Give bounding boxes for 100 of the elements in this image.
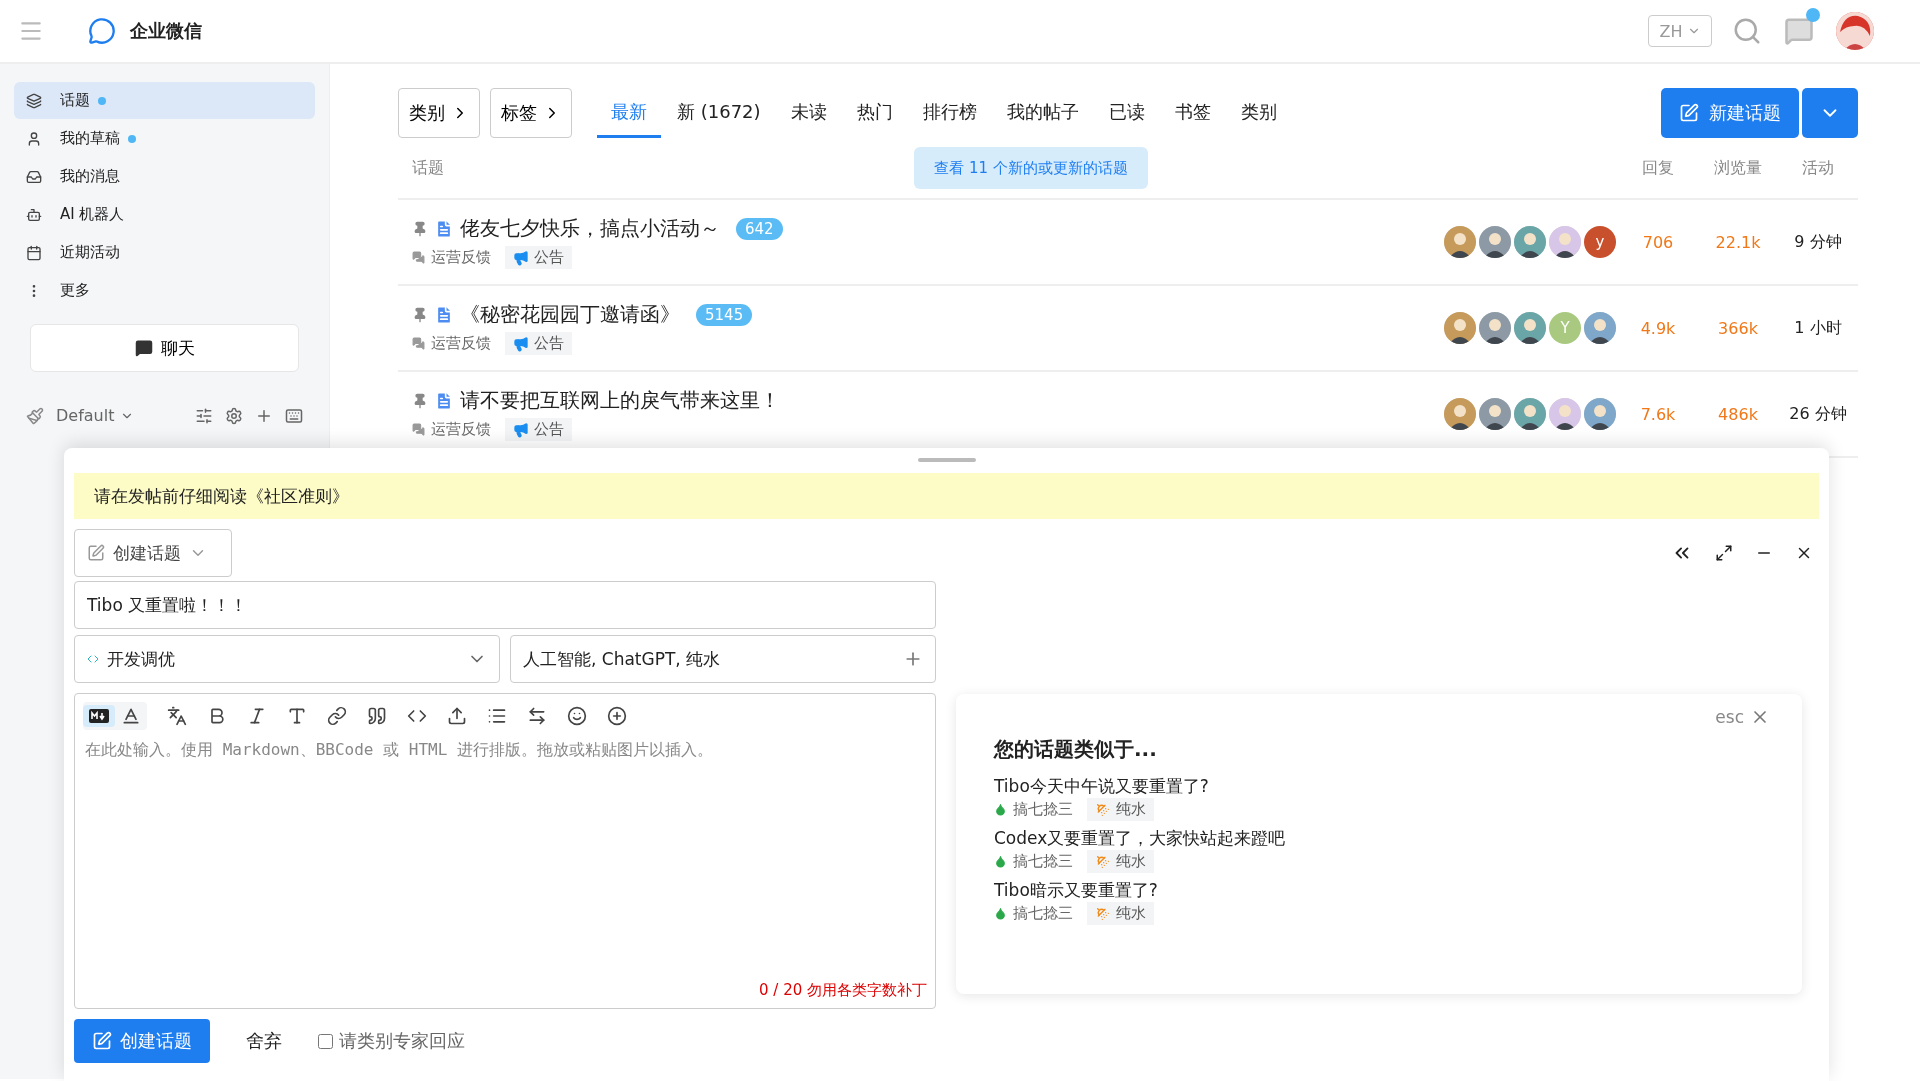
avatar[interactable] bbox=[1549, 226, 1581, 258]
category-link[interactable]: 运营反馈 bbox=[431, 420, 491, 439]
settings-icon[interactable] bbox=[225, 406, 243, 425]
tab[interactable]: 最新 bbox=[597, 88, 661, 138]
megaphone-icon bbox=[513, 249, 529, 266]
create-topic-button[interactable]: 创建话题 bbox=[74, 1019, 210, 1063]
tag-link[interactable]: 公告 bbox=[505, 246, 572, 269]
discard-button[interactable]: 舍弃 bbox=[232, 1029, 296, 1053]
drop-icon bbox=[994, 803, 1007, 816]
tag-link[interactable]: 纯水 bbox=[1087, 902, 1154, 925]
avatar[interactable] bbox=[1514, 226, 1546, 258]
avatar[interactable] bbox=[1444, 398, 1476, 430]
tab[interactable]: 书签 bbox=[1160, 88, 1225, 138]
action-select[interactable]: 创建话题 bbox=[74, 529, 232, 577]
sliders-icon[interactable] bbox=[195, 406, 213, 425]
tab[interactable]: 已读 bbox=[1094, 88, 1159, 138]
avatar[interactable] bbox=[1514, 398, 1546, 430]
theme-select[interactable]: Default bbox=[56, 406, 135, 425]
category-select[interactable]: 开发调优 bbox=[74, 635, 500, 683]
italic-icon[interactable] bbox=[247, 706, 267, 726]
translate-icon[interactable] bbox=[167, 706, 187, 726]
new-topic-button[interactable]: 新建话题 bbox=[1661, 88, 1799, 138]
column-header: 话题 bbox=[412, 157, 444, 179]
sidebar-item[interactable]: 我的消息 bbox=[14, 158, 315, 195]
upload-icon[interactable] bbox=[447, 706, 467, 726]
avatar[interactable] bbox=[1549, 398, 1581, 430]
avatar[interactable] bbox=[1444, 226, 1476, 258]
keyboard-icon[interactable] bbox=[285, 406, 303, 425]
markdown-mode-button[interactable] bbox=[83, 705, 115, 727]
pin-icon bbox=[412, 306, 428, 323]
faucet-icon bbox=[1095, 905, 1111, 922]
tab[interactable]: 未读 bbox=[776, 88, 841, 138]
site-logo[interactable]: 企业微信 bbox=[130, 19, 202, 43]
tab[interactable]: 我的帖子 bbox=[992, 88, 1093, 138]
avatar[interactable] bbox=[1514, 312, 1546, 344]
title-input[interactable]: Tibo 又重置啦！！！ bbox=[74, 581, 936, 629]
column-header: 活动 bbox=[1801, 157, 1835, 179]
sidebar-item[interactable]: 近期活动 bbox=[14, 234, 315, 271]
similar-topic-link[interactable]: Codex又要重置了，大家快站起来蹬吧 bbox=[994, 827, 1776, 850]
tab[interactable]: 类别 bbox=[1226, 88, 1291, 138]
similar-heading: 您的话题类似于... bbox=[994, 736, 1158, 763]
view-count: 486k bbox=[1717, 404, 1759, 424]
topic-title[interactable]: 请不要把互联网上的戾气带来这里！ bbox=[460, 387, 780, 414]
category-link[interactable]: 运营反馈 bbox=[431, 334, 491, 353]
plus-icon[interactable] bbox=[607, 706, 627, 726]
user-avatar[interactable] bbox=[1836, 12, 1874, 50]
tab[interactable]: 新 (1672) bbox=[663, 88, 775, 138]
activity-time: 9 分钟 bbox=[1793, 231, 1843, 253]
sidebar-item[interactable]: 更多 bbox=[14, 272, 315, 309]
resize-handle[interactable] bbox=[917, 458, 976, 462]
quote-icon[interactable] bbox=[367, 706, 387, 726]
category-link[interactable]: 搞七捻三 bbox=[1013, 800, 1073, 819]
avatar[interactable] bbox=[1584, 312, 1616, 344]
robot-icon bbox=[26, 206, 42, 223]
similar-topic-link[interactable]: Tibo暗示又要重置了? bbox=[994, 879, 1776, 902]
tab[interactable]: 热门 bbox=[842, 88, 907, 138]
tab[interactable]: 排行榜 bbox=[908, 88, 991, 138]
avatar[interactable] bbox=[1479, 398, 1511, 430]
topic-title[interactable]: 《秘密花园园丁邀请函》 bbox=[460, 301, 680, 328]
drop-icon bbox=[994, 855, 1007, 868]
category-link[interactable]: 搞七捻三 bbox=[1013, 852, 1073, 871]
view-count: 366k bbox=[1717, 318, 1759, 338]
swap-icon[interactable] bbox=[527, 706, 547, 726]
editor[interactable]: 在此处输入。使用 Markdown、BBCode 或 HTML 进行排版。拖放或粘贴图片以插入。 0 / 20 勿用各类字数补丁 bbox=[74, 693, 936, 1009]
faucet-icon bbox=[1095, 853, 1111, 870]
avatar[interactable] bbox=[1479, 312, 1511, 344]
chat-icon bbox=[412, 337, 425, 350]
tag-link[interactable]: 公告 bbox=[505, 332, 572, 355]
edit-icon bbox=[92, 1031, 112, 1051]
filter-dropdown[interactable]: 标签 bbox=[490, 88, 572, 138]
sidebar-item[interactable]: 话题 bbox=[14, 82, 315, 119]
category-link[interactable]: 运营反馈 bbox=[431, 248, 491, 267]
sidebar-item[interactable]: AI 机器人 bbox=[14, 196, 315, 233]
list-icon[interactable] bbox=[487, 706, 507, 726]
category-link[interactable]: 搞七捻三 bbox=[1013, 904, 1073, 923]
avatar[interactable] bbox=[1444, 312, 1476, 344]
link-icon[interactable] bbox=[327, 706, 347, 726]
tag-link[interactable]: 公告 bbox=[505, 418, 572, 441]
tag-link[interactable]: 纯水 bbox=[1087, 798, 1154, 821]
avatar[interactable] bbox=[1479, 226, 1511, 258]
filter-dropdown[interactable]: 类别 bbox=[398, 88, 480, 138]
chat-button[interactable]: 聊天 bbox=[30, 324, 299, 372]
checkbox-label[interactable]: 请类别专家回应 bbox=[339, 1029, 465, 1053]
emoji-icon[interactable] bbox=[567, 706, 587, 726]
expand-icon[interactable] bbox=[1715, 544, 1733, 562]
activity-time: 1 小时 bbox=[1793, 317, 1843, 339]
avatar[interactable]: y bbox=[1584, 226, 1616, 258]
pin-icon bbox=[412, 392, 428, 409]
sidebar-item[interactable]: 我的草稿 bbox=[14, 120, 315, 157]
column-header: 浏览量 bbox=[1713, 157, 1763, 179]
tags-field[interactable]: 人工智能, ChatGPT, 纯水 bbox=[510, 635, 936, 683]
checkbox[interactable] bbox=[318, 1033, 333, 1049]
topic-title[interactable]: 佬友七夕快乐，搞点小活动～ bbox=[460, 215, 720, 242]
similar-topic-link[interactable]: Tibo今天中午说又要重置了? bbox=[994, 775, 1776, 798]
tag-link[interactable]: 纯水 bbox=[1087, 850, 1154, 873]
megaphone-icon bbox=[513, 421, 529, 438]
text-size-icon[interactable] bbox=[287, 706, 307, 726]
avatar[interactable] bbox=[1584, 398, 1616, 430]
esc-close-button[interactable]: esc bbox=[1709, 706, 1776, 728]
rich-text-mode-icon[interactable] bbox=[121, 706, 141, 726]
